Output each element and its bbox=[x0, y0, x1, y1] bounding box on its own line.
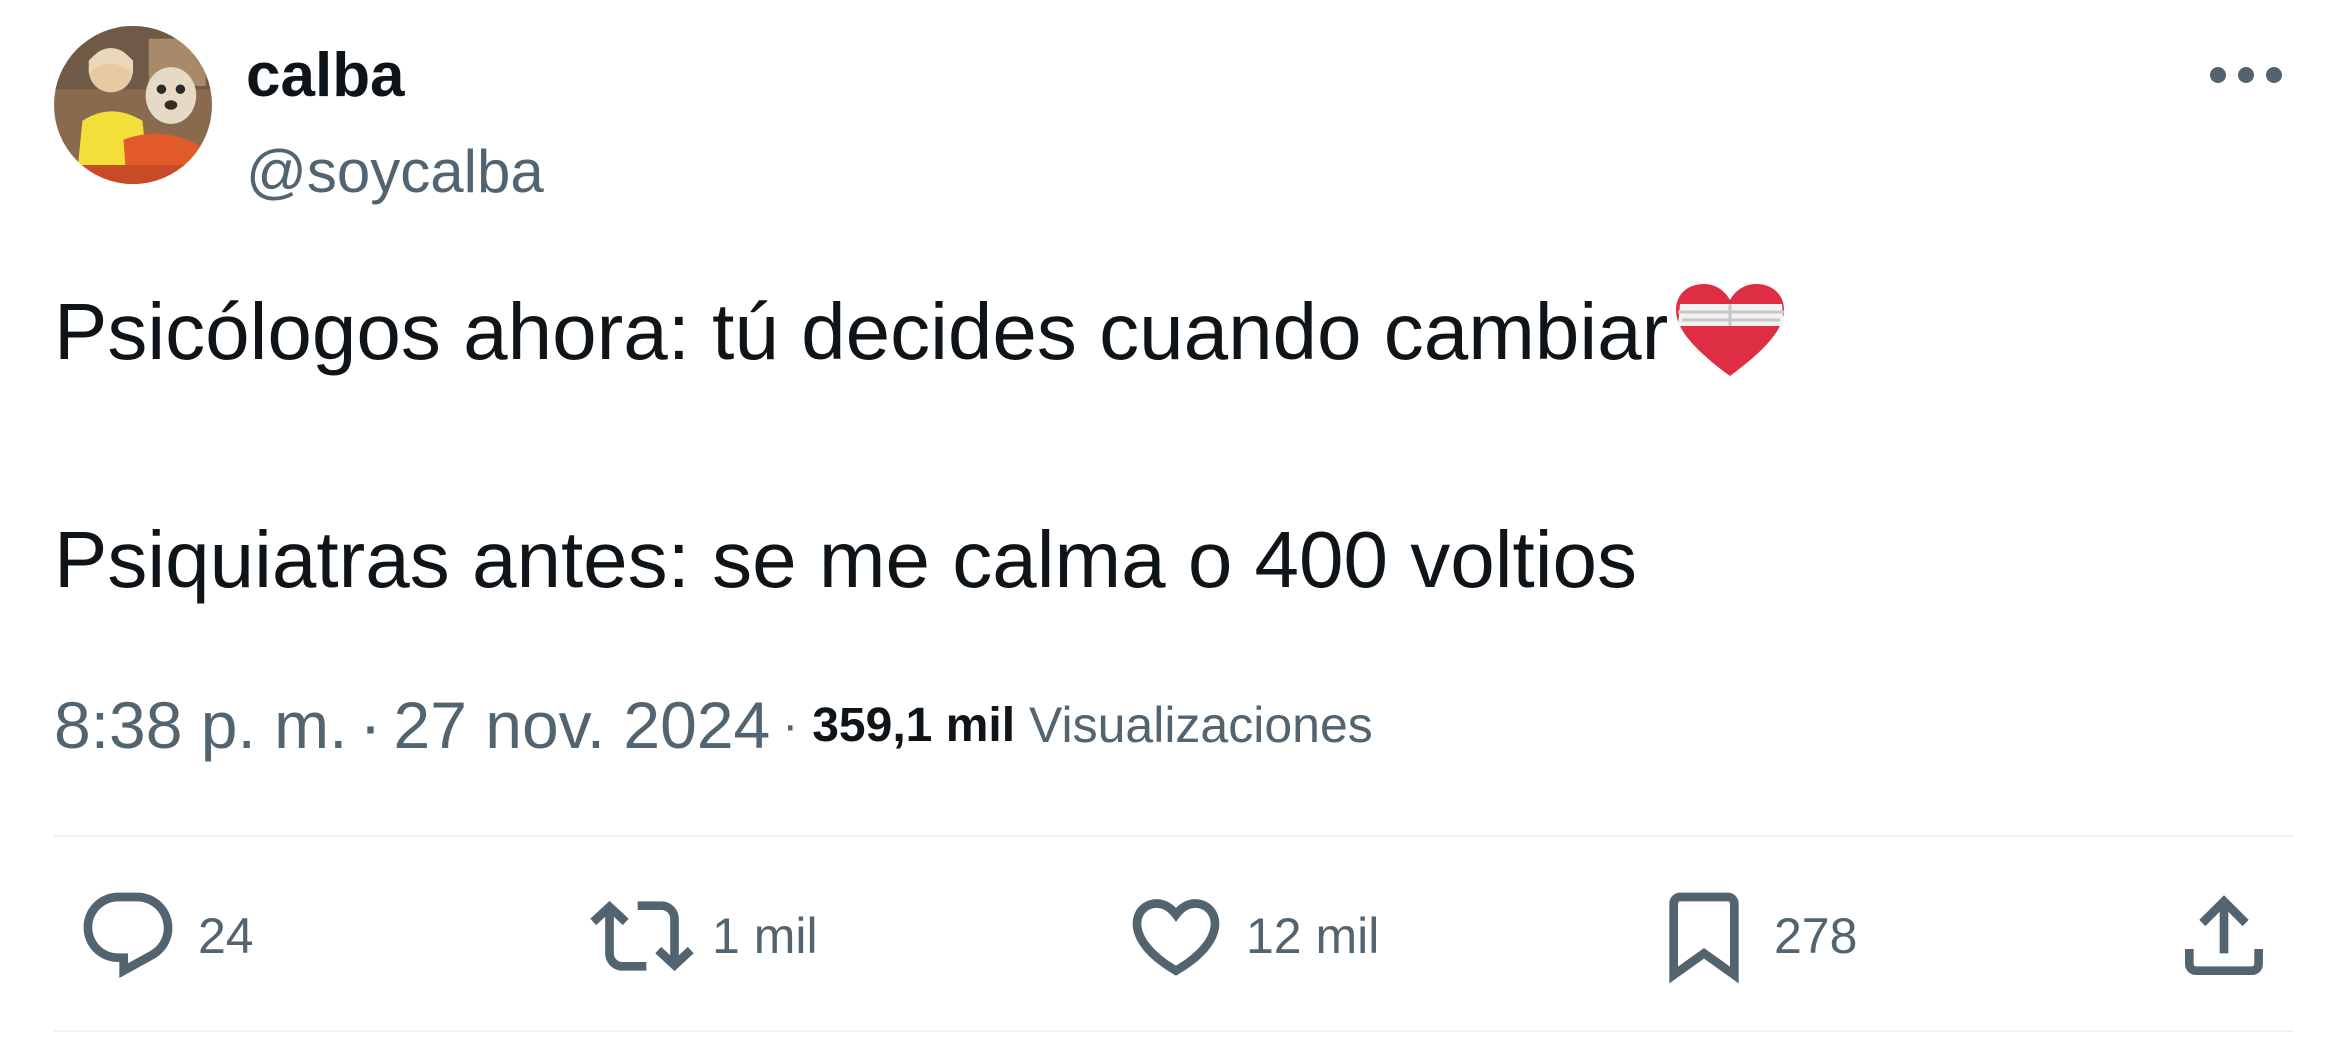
share-button[interactable] bbox=[2172, 880, 2276, 992]
avatar[interactable] bbox=[54, 26, 212, 184]
bookmark-icon bbox=[1652, 884, 1756, 988]
tweet-text-line-1: Psicólogos ahora: tú decides cuando camb… bbox=[54, 282, 1788, 382]
mending-heart-emoji bbox=[1672, 282, 1788, 382]
more-options-button[interactable] bbox=[2196, 40, 2296, 110]
display-name[interactable]: calba bbox=[246, 36, 405, 116]
tweet-card: calba @soycalba Psicólogos ahora: tú dec… bbox=[0, 0, 2350, 1049]
more-horizontal-icon bbox=[2210, 67, 2282, 83]
bookmark-button[interactable]: 278 bbox=[1652, 880, 1857, 992]
retweet-count: 1 mil bbox=[712, 908, 818, 964]
meta-separator: · bbox=[359, 688, 382, 762]
tweet-text: Psiquiatras antes: se me calma o 400 vol… bbox=[54, 515, 1638, 604]
reply-count: 24 bbox=[198, 908, 254, 964]
like-count: 12 mil bbox=[1246, 908, 1380, 964]
retweet-icon bbox=[590, 884, 694, 988]
reply-button[interactable]: 24 bbox=[76, 880, 254, 992]
tweet-date[interactable]: 27 nov. 2024 bbox=[393, 687, 770, 763]
user-handle[interactable]: @soycalba bbox=[246, 132, 544, 212]
like-button[interactable]: 12 mil bbox=[1124, 880, 1379, 992]
retweet-button[interactable]: 1 mil bbox=[590, 880, 818, 992]
views-count: 359,1 mil bbox=[812, 698, 1016, 752]
tweet-meta: 8:38 p. m. · 27 nov. 2024 · 359,1 mil Vi… bbox=[54, 680, 1373, 770]
avatar-image bbox=[54, 26, 212, 184]
reply-icon bbox=[76, 884, 180, 988]
heart-icon bbox=[1124, 884, 1228, 988]
bookmark-count: 278 bbox=[1774, 908, 1858, 964]
tweet-text: Psicólogos ahora: tú decides cuando camb… bbox=[54, 287, 1669, 376]
divider bbox=[54, 835, 2294, 837]
tweet-time[interactable]: 8:38 p. m. bbox=[54, 687, 348, 763]
tweet-text-line-2: Psiquiatras antes: se me calma o 400 vol… bbox=[54, 510, 1637, 610]
views-label: Visualizaciones bbox=[1029, 697, 1373, 753]
meta-separator: · bbox=[782, 698, 799, 752]
divider bbox=[54, 1030, 2294, 1032]
share-icon bbox=[2172, 884, 2276, 988]
